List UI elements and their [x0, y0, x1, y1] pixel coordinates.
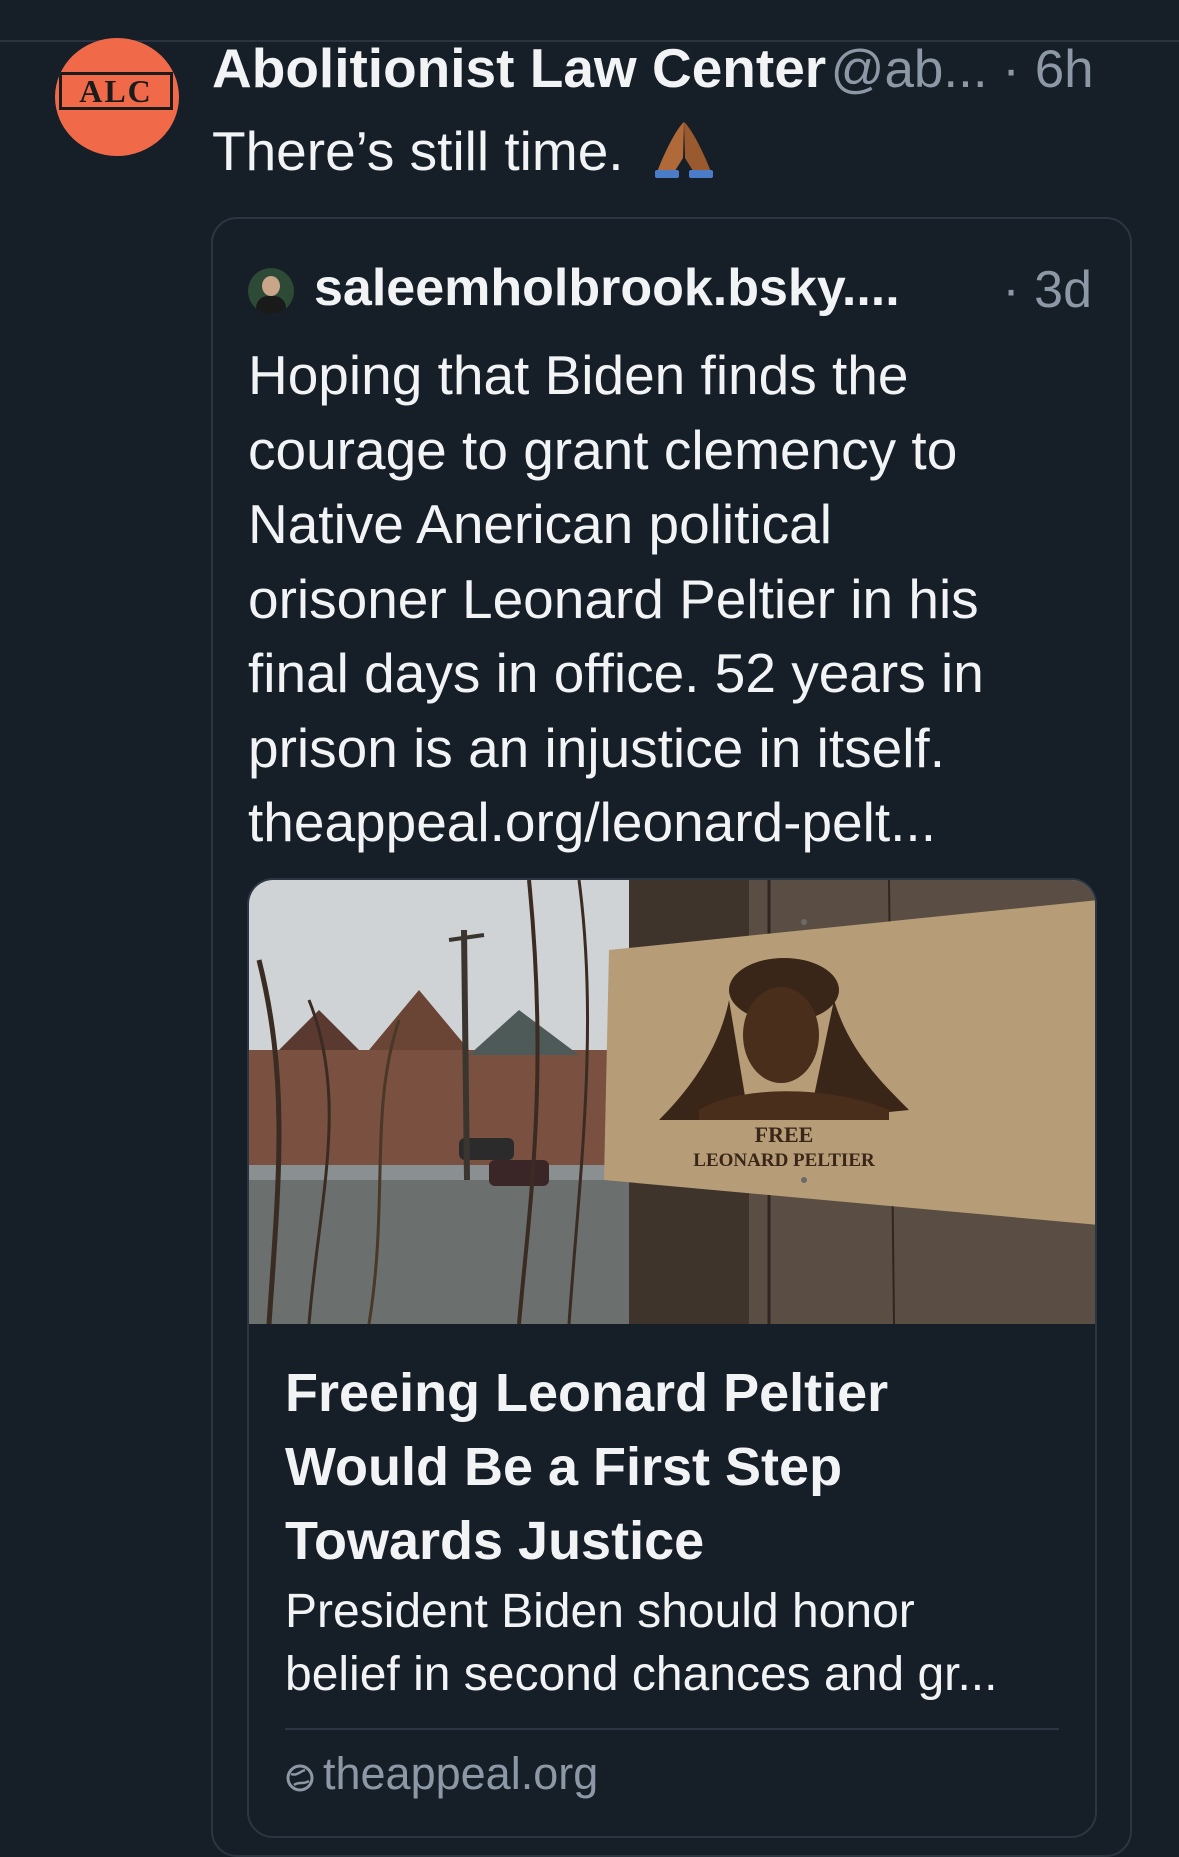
article-title[interactable]: Freeing Leonard Peltier Would Be a First… [285, 1356, 1065, 1578]
meta-separator: · [987, 40, 1035, 99]
article-description-line: President Biden should honor [285, 1585, 915, 1638]
alc-logo: ALC [59, 72, 173, 110]
globe-icon [285, 1752, 315, 1804]
quoted-post-time[interactable]: · 3d [1002, 260, 1092, 320]
quoted-text-link[interactable]: theappeal.org/leonard-pelt... [248, 785, 1118, 860]
post-text-content: There’s still time. [212, 120, 624, 182]
quoted-text-line: orisoner Leonard Peltier in his [248, 567, 979, 630]
author-avatar[interactable]: ALC [55, 38, 179, 156]
article-image: FREE LEONARD PELTIER [249, 880, 1095, 1324]
article-title-line: Would Be a First Step [285, 1437, 843, 1497]
quoted-text-line: prison is an injustice in itself. [248, 716, 945, 779]
folded-hands-icon [653, 118, 715, 191]
quoted-author-handle[interactable]: saleemholbrook.bsky.... [314, 259, 900, 317]
quoted-text-line: courage to grant clemency to [248, 418, 958, 481]
quoted-text-line: final days in office. 52 years in [248, 642, 984, 704]
article-domain[interactable]: theappeal.org [285, 1748, 598, 1804]
quoted-author-avatar[interactable] [248, 268, 294, 314]
quoted-text-line: Native Anerican political [248, 493, 832, 555]
article-domain-text: theappeal.org [323, 1748, 599, 1799]
link-preview-card[interactable]: FREE LEONARD PELTIER Freeing Leonard Pel… [247, 878, 1097, 1838]
card-divider [285, 1728, 1059, 1730]
post-text: There’s still time. [212, 118, 715, 191]
article-description: President Biden should honor belief in s… [285, 1580, 1065, 1706]
quoted-post-text: Hoping that Biden finds the courage to g… [248, 338, 1118, 860]
sign-free-text: FREE [755, 1122, 814, 1147]
quoted-text-line: Hoping that Biden finds the [248, 344, 909, 406]
article-title-line: Freeing Leonard Peltier [285, 1363, 889, 1423]
avatar-face [262, 276, 280, 296]
author-name[interactable]: Abolitionist Law Center [212, 37, 826, 99]
post-time[interactable]: 6h [1035, 40, 1094, 99]
article-description-line: belief in second chances and gr... [285, 1648, 998, 1701]
post-header: Abolitionist Law Center @ab... · 6h [212, 36, 1147, 102]
quoted-post-header: saleemholbrook.bsky.... · 3d [314, 258, 1104, 320]
author-handle[interactable]: @ab... [831, 40, 988, 99]
avatar-body [256, 296, 286, 314]
article-title-line: Towards Justice [285, 1511, 705, 1571]
sign-name-text: LEONARD PELTIER [693, 1150, 875, 1171]
